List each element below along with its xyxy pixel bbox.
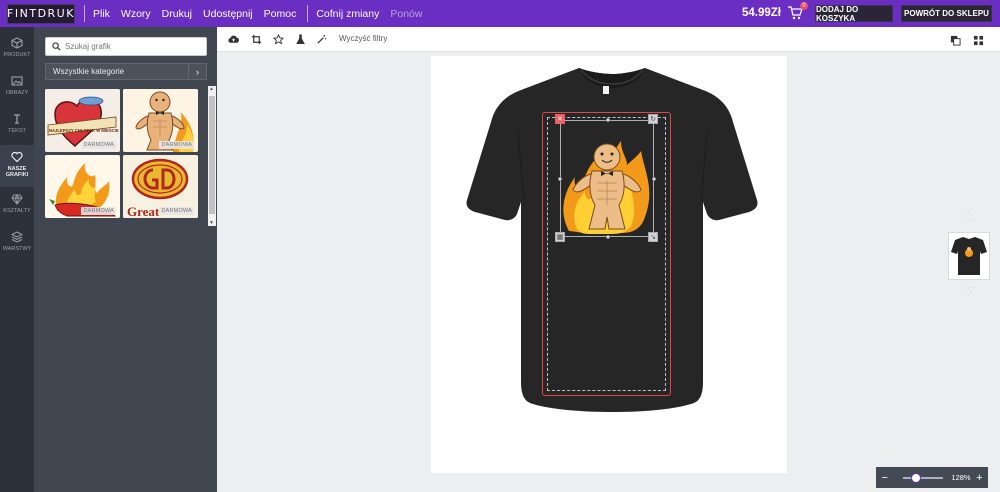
divider [307,5,309,22]
scroll-down-icon[interactable]: ▼ [209,220,214,226]
menu-print[interactable]: Drukuj [162,8,192,20]
rail-label: KSZTAŁTY [3,208,31,214]
zoom-slider[interactable] [903,472,944,483]
free-badge: DARMOWA [159,207,194,215]
upload-cloud-icon[interactable] [228,34,239,45]
cube-icon [11,37,23,49]
brand-logo[interactable]: FINTDRUK [7,3,75,24]
graphics-panel: Wszystkie kategorie › NAJLEPSZY CHŁOPAK … [34,27,217,492]
thumb-text: Great [127,204,160,218]
layer-order-icon[interactable] [950,35,961,46]
image-icon [11,76,23,86]
menu-help[interactable]: Pomoc [264,8,297,20]
tool-rail: PRODUKT OBRAZY TEKST NASZE GRAFIKI KSZTA… [0,27,34,492]
resize-handle[interactable] [558,177,562,181]
view-up-icon[interactable]: ˙ ˙ ˙ ˙ ˙ ˙ [962,212,976,227]
rail-label: WARSTWY [2,246,32,252]
scroll-up-icon[interactable]: ▲ [209,86,214,92]
heart-icon [11,151,23,163]
menu-share[interactable]: Udostępnij [203,8,253,20]
rail-label: NASZE GRAFIKI [5,166,29,178]
view-thumbnail-front[interactable] [948,232,990,280]
menu-designs[interactable]: Wzory [121,8,151,20]
rail-item-product[interactable]: PRODUKT [0,31,34,69]
top-bar: FINTDRUK Plik Wzory Drukuj Udostępnij Po… [0,0,1000,27]
clear-filters-button[interactable]: Wyczyść filtry [339,34,387,43]
design-canvas[interactable]: ✕ ↻ ▦ ↘ [431,56,787,473]
menu-file[interactable]: Plik [93,8,110,20]
scale-handle-icon[interactable]: ↘ [648,232,658,242]
rail-item-layers[interactable]: WARSTWY [0,225,34,263]
panel-scrollbar[interactable]: ▲ ▼ [208,86,216,226]
graphic-thumb[interactable]: Great DARMOWA [123,155,198,218]
gingerbread-flame-graphic [563,141,650,234]
resize-handle[interactable] [606,235,610,239]
zoom-in-button[interactable]: + [971,472,988,484]
cart-count-badge: 0 [800,2,808,10]
rail-label: TEKST [8,128,26,134]
rail-label: PRODUKT [3,52,31,58]
free-badge: DARMOWA [159,141,194,149]
graphic-thumb[interactable]: DARMOWA [123,89,198,152]
resize-handle[interactable] [606,118,610,122]
zoom-value: 128% [951,473,971,482]
search-box[interactable] [45,37,207,56]
flask-icon[interactable] [295,34,306,45]
price-display: 54.99Zł [742,7,781,19]
chevron-right-icon[interactable]: › [188,64,206,79]
resize-handle[interactable] [652,177,656,181]
category-label: Wszystkie kategorie [53,67,125,76]
thumb-banner-text: NAJLEPSZY CHŁOPAK W MIEŚCIE [49,128,119,133]
redo-button[interactable]: Ponów [390,8,422,20]
add-to-cart-button[interactable]: DODAJ DO KOSZYKA [815,5,893,23]
free-badge: DARMOWA [81,207,116,215]
divider [84,5,85,22]
rail-label: OBRAZY [5,90,29,96]
rail-item-images[interactable]: OBRAZY [0,69,34,107]
edit-toolbar: Wyczyść filtry [217,27,1000,52]
crop-icon[interactable] [251,34,262,45]
delete-handle-icon[interactable]: ✕ [555,114,565,124]
search-icon [52,42,61,51]
rail-item-shapes[interactable]: KSZTAŁTY [0,187,34,225]
star-icon[interactable] [273,34,284,45]
magic-wand-icon[interactable] [316,34,327,45]
rotate-handle-icon[interactable]: ↻ [648,114,658,124]
tshirt-thumbnail [951,237,987,275]
zoom-slider-knob[interactable] [911,472,922,483]
graphic-thumb[interactable]: DARMOWA [45,155,120,218]
category-select[interactable]: Wszystkie kategorie › [45,63,207,80]
selected-graphic[interactable] [558,118,656,239]
free-badge: DARMOWA [81,141,116,149]
scrollbar-thumb[interactable] [209,96,215,214]
zoom-control: − 128% + [876,467,988,488]
undo-button[interactable]: Cofnij zmiany [316,8,379,20]
duplicate-handle-icon[interactable]: ▦ [555,232,565,242]
diamond-icon [11,193,23,205]
graphic-thumb[interactable]: NAJLEPSZY CHŁOPAK W MIEŚCIE DARMOWA [45,89,120,152]
grid-icon[interactable] [973,35,984,46]
layers-icon [11,231,23,243]
rail-item-text[interactable]: TEKST [0,107,34,145]
search-input[interactable] [65,42,205,51]
back-to-shop-button[interactable]: POWRÓT DO SKLEPU [901,5,992,22]
view-down-icon[interactable]: ˙ ˙ ˙ ˙ ˙ ˙ [962,288,976,303]
rail-item-our-graphics[interactable]: NASZE GRAFIKI [0,145,34,187]
text-icon [14,114,20,124]
zoom-out-button[interactable]: − [876,472,893,484]
